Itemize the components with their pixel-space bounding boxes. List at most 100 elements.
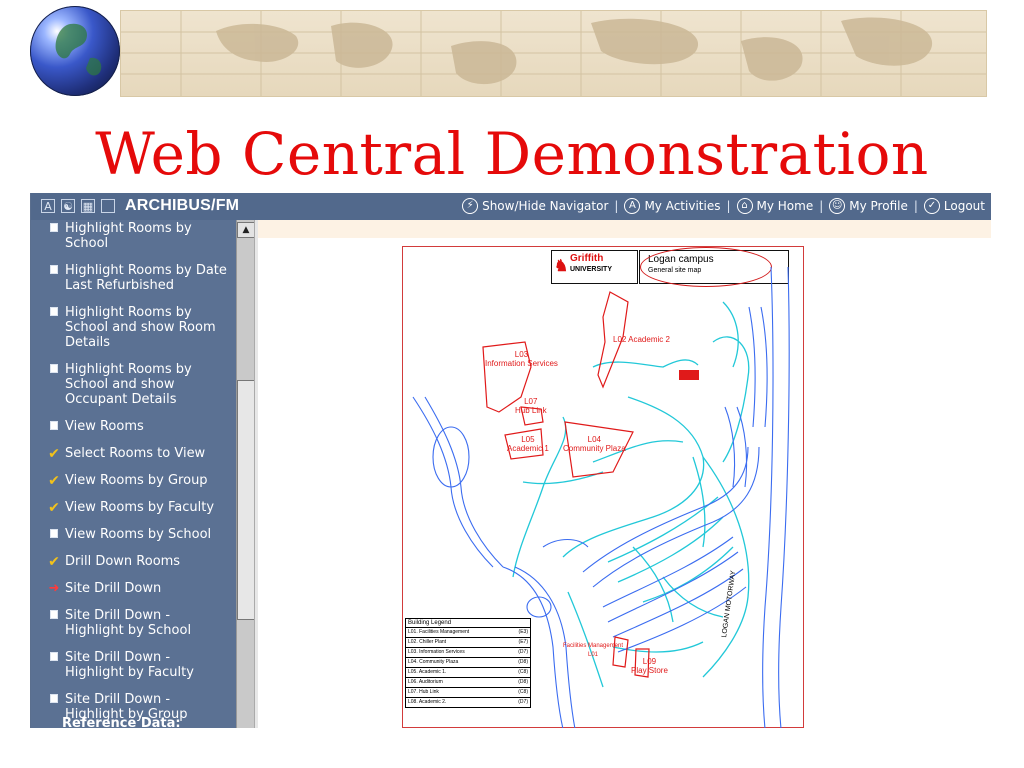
campus-map-sheet: ♞ Griffith UNIVERSITY Logan campus Gener… <box>402 246 804 728</box>
nav-item-label: Site Drill Down <box>65 581 162 596</box>
building-label-l05[interactable]: L05 Academic 1 <box>507 435 549 453</box>
nav-item-highlight-rooms-by-date[interactable]: Highlight Rooms by Date Last Refurbished <box>31 260 236 296</box>
legend-row: L04. Community Plaza (D8) <box>406 658 530 668</box>
nav-item-label: Highlight Rooms by School <box>65 221 192 251</box>
drawing-view: ♞ Griffith UNIVERSITY Logan campus Gener… <box>258 220 991 728</box>
doc-icon <box>50 652 58 661</box>
navigator-sidebar: Highlight Rooms by School Highlight Room… <box>31 220 256 728</box>
nav-item-label: Site Drill Down - Highlight by Faculty <box>65 650 194 680</box>
doc-icon <box>50 307 58 316</box>
building-legend: Building Legend L01. Facilities Manageme… <box>405 618 531 708</box>
navigator-list: Highlight Rooms by School Highlight Room… <box>31 220 236 725</box>
chiller-plant-building <box>679 370 699 380</box>
arrow-icon: ➜ <box>48 581 60 596</box>
legend-title: Building Legend <box>406 619 530 628</box>
scrollbar-thumb[interactable] <box>237 380 255 620</box>
nav-item-highlight-rooms-room-details[interactable]: Highlight Rooms by School and show Room … <box>31 302 236 353</box>
my-home-label: My Home <box>756 199 814 213</box>
nav-item-site-drill-down-faculty[interactable]: Site Drill Down - Highlight by Faculty <box>31 647 236 683</box>
world-map-graphic <box>121 11 986 96</box>
my-activities-link[interactable]: A My Activities <box>624 198 720 214</box>
building-label-l01[interactable]: Facilities Management L01 <box>563 642 623 660</box>
legend-ref: (E3) <box>518 629 528 635</box>
legend-ref: (C8) <box>518 689 528 695</box>
legend-ref: (D7) <box>518 699 528 705</box>
nav-item-site-drill-down-school[interactable]: Site Drill Down - Highlight by School <box>31 605 236 641</box>
nav-item-highlight-rooms-occupant-details[interactable]: Highlight Rooms by School and show Occup… <box>31 359 236 410</box>
profile-icon: ☺ <box>829 198 846 214</box>
nav-item-label: Site Drill Down - Highlight by School <box>65 608 192 638</box>
square-icon <box>101 199 115 213</box>
my-home-link[interactable]: ⌂ My Home <box>736 198 814 214</box>
nav-separator: | <box>819 199 824 213</box>
my-profile-link[interactable]: ☺ My Profile <box>829 198 908 214</box>
nav-item-view-rooms[interactable]: View Rooms <box>31 416 236 437</box>
nav-section-reference-data[interactable]: Reference Data: <box>62 716 181 728</box>
grid-icon: ▦ <box>81 199 95 213</box>
legend-ref: (C8) <box>518 669 528 675</box>
nav-item-view-rooms-by-group[interactable]: ✔ View Rooms by Group <box>31 470 236 491</box>
nav-item-view-rooms-by-faculty[interactable]: ✔ View Rooms by Faculty <box>31 497 236 518</box>
legend-name: L06. Auditorium <box>408 679 443 685</box>
legend-ref: (D8) <box>518 659 528 665</box>
logout-link[interactable]: ✓ Logout <box>923 198 985 214</box>
nav-item-drill-down-rooms[interactable]: ✔ Drill Down Rooms <box>31 551 236 572</box>
nav-item-label: View Rooms by Group <box>65 473 208 488</box>
legend-ref: (D7) <box>518 649 528 655</box>
building-label-l09[interactable]: L09 Play Store <box>631 657 668 675</box>
doc-icon <box>50 529 58 538</box>
doc-icon <box>50 223 58 232</box>
a-circle-icon: A <box>624 198 641 214</box>
nav-item-view-rooms-by-school[interactable]: View Rooms by School <box>31 524 236 545</box>
building-label-l02[interactable]: L02 Academic 2 <box>613 335 670 344</box>
brand: A ☯ ▦ ARCHIBUS/FM <box>41 197 239 215</box>
my-profile-label: My Profile <box>849 199 908 213</box>
world-map-strip <box>120 10 987 97</box>
slide-banner <box>0 0 1024 100</box>
legend-name: L03. Information Services <box>408 649 465 655</box>
building-label-l03[interactable]: L03 Information Services <box>485 350 558 368</box>
check-icon: ✔ <box>48 500 60 516</box>
top-bar: A ☯ ▦ ARCHIBUS/FM ⚡ Show/Hide Navigator … <box>31 193 991 220</box>
binoculars-icon: ☯ <box>61 199 75 213</box>
a-logo-icon: A <box>41 199 55 213</box>
legend-name: L07. Hub Link <box>408 689 439 695</box>
archibus-app-window: A ☯ ▦ ARCHIBUS/FM ⚡ Show/Hide Navigator … <box>30 193 991 728</box>
logout-label: Logout <box>943 199 985 213</box>
doc-icon <box>50 694 58 703</box>
slide-title: Web Central Demonstration <box>95 120 929 188</box>
drawing-view-header <box>258 220 991 238</box>
doc-icon <box>50 364 58 373</box>
brand-name: ARCHIBUS/FM <box>125 197 240 214</box>
nav-item-label: Drill Down Rooms <box>65 554 181 569</box>
legend-row: L07. Hub Link (C8) <box>406 688 530 698</box>
scroll-up-arrow-icon[interactable]: ▲ <box>237 222 255 238</box>
sidebar-scrollbar[interactable]: ▲ <box>236 220 255 728</box>
nav-item-label: Highlight Rooms by Date Last Refurbished <box>65 263 227 293</box>
nav-item-label: Select Rooms to View <box>65 446 206 461</box>
legend-name: L02. Chiller Plant <box>408 639 447 645</box>
nav-item-label: View Rooms <box>65 419 144 434</box>
building-label-l07[interactable]: L07 Hub Link <box>515 397 547 415</box>
legend-name: L05. Academic 1. <box>408 669 447 675</box>
building-label-l04[interactable]: L04 Community Plaza <box>563 435 626 453</box>
my-activities-label: My Activities <box>644 199 721 213</box>
globe-icon <box>30 6 120 96</box>
nav-item-label: Highlight Rooms by School and show Occup… <box>65 362 192 407</box>
legend-row: L06. Auditorium (D8) <box>406 678 530 688</box>
doc-icon <box>50 610 58 619</box>
nav-item-highlight-rooms-by-school[interactable]: Highlight Rooms by School <box>31 220 236 254</box>
check-circle-icon: ✓ <box>923 198 940 214</box>
show-hide-navigator-link[interactable]: ⚡ Show/Hide Navigator <box>462 198 608 214</box>
legend-row: L08. Academic 2. (D7) <box>406 698 530 707</box>
nav-separator: | <box>913 199 918 213</box>
nav-item-label: View Rooms by School <box>65 527 212 542</box>
top-nav: ⚡ Show/Hide Navigator | A My Activities … <box>462 198 985 214</box>
legend-row: L05. Academic 1. (C8) <box>406 668 530 678</box>
nav-item-select-rooms-to-view[interactable]: ✔ Select Rooms to View <box>31 443 236 464</box>
nav-item-site-drill-down[interactable]: ➜ Site Drill Down <box>31 578 236 599</box>
home-icon: ⌂ <box>736 198 753 214</box>
legend-row: L03. Information Services (D7) <box>406 648 530 658</box>
nav-separator: | <box>614 199 619 213</box>
check-icon: ✔ <box>48 473 60 489</box>
